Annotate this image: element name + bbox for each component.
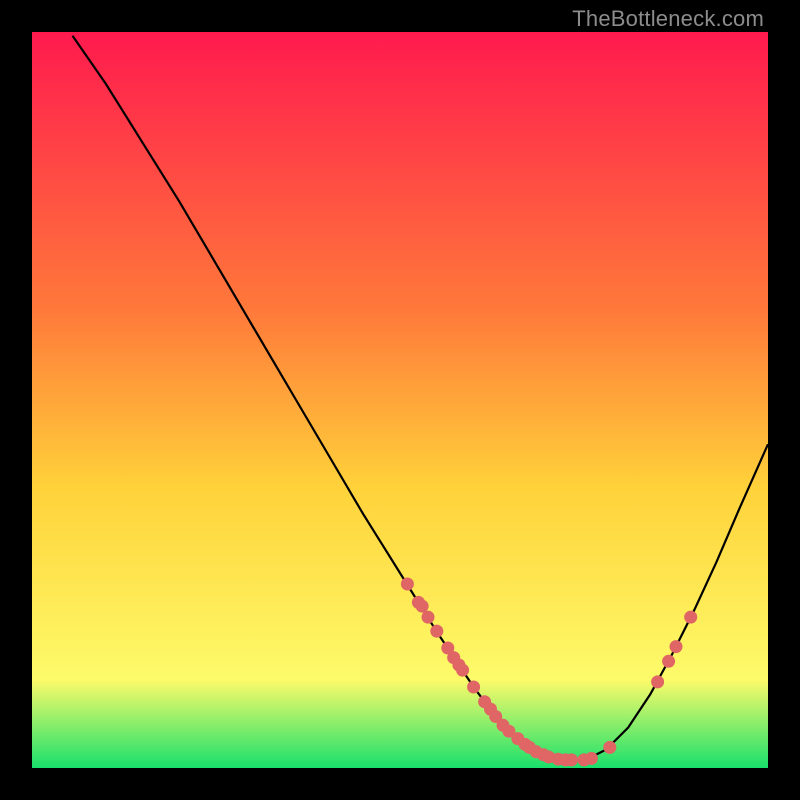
chart-frame	[32, 32, 768, 768]
data-point	[401, 578, 414, 591]
data-point	[456, 664, 469, 677]
watermark-text: TheBottleneck.com	[572, 6, 764, 32]
data-point	[416, 600, 429, 613]
data-point	[603, 741, 616, 754]
data-point	[651, 675, 664, 688]
data-point	[467, 681, 480, 694]
data-point	[585, 752, 598, 765]
data-point	[565, 753, 578, 766]
bottleneck-curve-chart	[32, 32, 768, 768]
data-point	[684, 611, 697, 624]
data-point	[662, 655, 675, 668]
data-point	[670, 640, 683, 653]
data-point	[422, 611, 435, 624]
data-point	[430, 625, 443, 638]
